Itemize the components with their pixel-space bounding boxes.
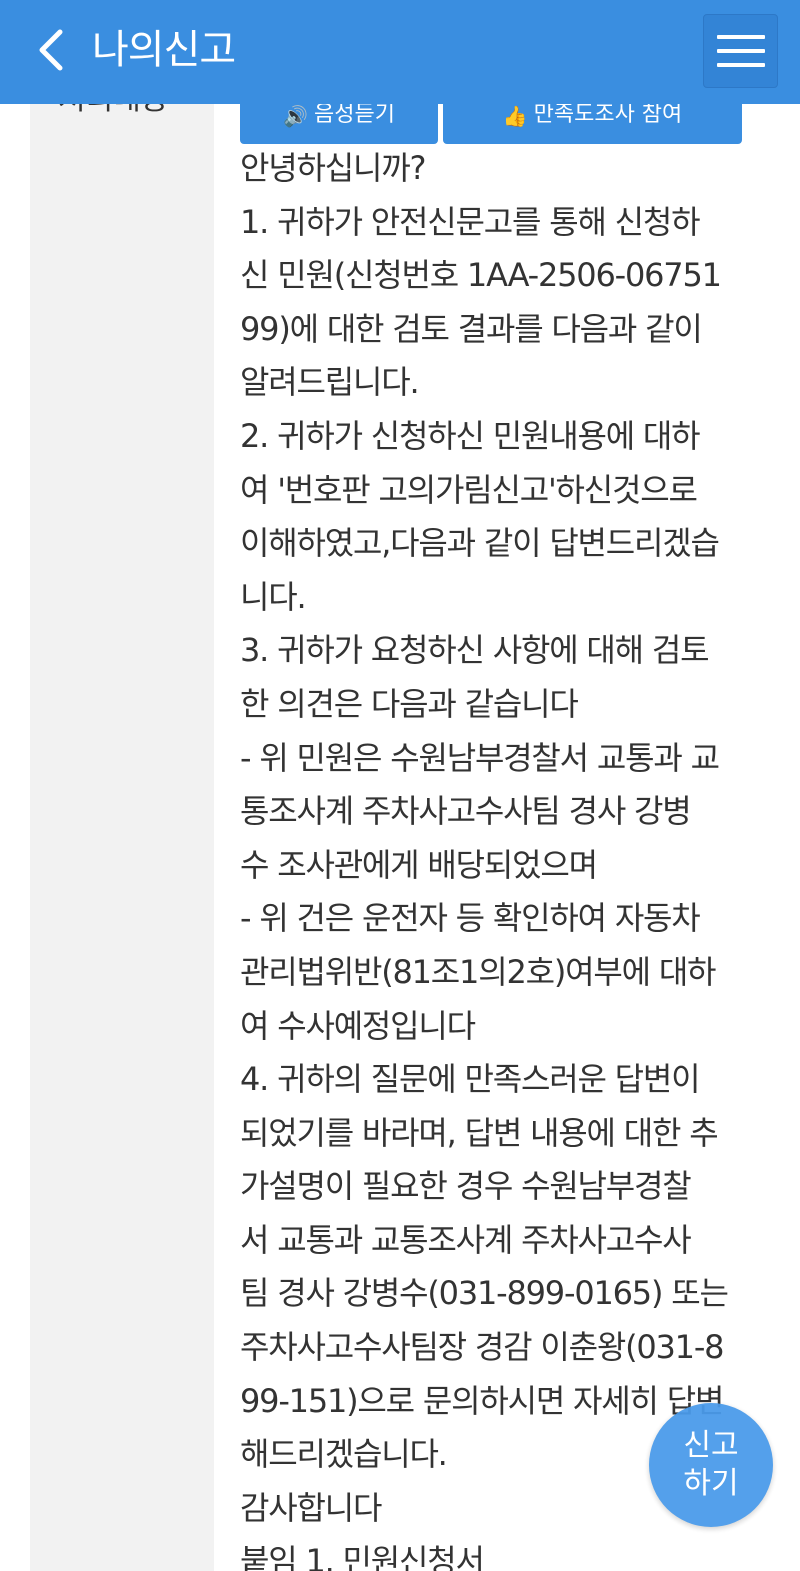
content-line: 99)에 대한 검토 결과를 다음과 같이 [240, 309, 703, 348]
content-line: 통조사계 주차사고수사팀 경사 강병 [240, 792, 692, 831]
content-line: 2. 귀하가 신청하신 민원내용에 대하 [240, 416, 701, 455]
content-line: - 위 민원은 수원남부경찰서 교통과 교 [240, 738, 720, 777]
content-line: 되었기를 바라며, 답변 내용에 대한 추 [240, 1113, 719, 1152]
back-button[interactable] [26, 22, 76, 78]
content-line: 붙임 1. 민원신청서 [240, 1542, 485, 1571]
content-line: 주차사고수사팀장 경감 이춘왕(031-8 [240, 1328, 725, 1367]
content-line: 1. 귀하가 안전신문고를 통해 신청하 [240, 202, 701, 241]
content-line: 신 민원(신청번호 1AA-2506-06751 [240, 256, 722, 295]
report-fab-button[interactable]: 신고 하기 [649, 1403, 773, 1527]
content-line: 팀 경사 강병수(031-899-0165) 또는 [240, 1274, 729, 1313]
content-line: 가설명이 필요한 경우 수원남부경찰 [240, 1167, 692, 1206]
detail-label-column: 처리내용 [30, 82, 214, 1571]
content-line: 니다. [240, 577, 307, 616]
report-fab-line1: 신고 [683, 1428, 739, 1463]
response-content: 안녕하십니까? 1. 귀하가 안전신문고를 통해 신청하신 민원(신청번호 1AA… [240, 142, 750, 1571]
content-line: 알려드립니다. [240, 363, 420, 402]
content-line: 관리법위반(81조1의2호)여부에 대하 [240, 952, 717, 991]
content-line: 안녕하십니까? [240, 149, 426, 187]
app-header: 나의신고 [0, 0, 800, 104]
content-line: 여 '번호판 고의가림신고'하신것으로 [240, 470, 698, 509]
content-line: 서 교통과 교통조사계 주차사고수사 [240, 1220, 692, 1259]
chevron-left-icon [39, 29, 63, 71]
content-line: 이해하였고,다음과 같이 답변드리겠습 [240, 524, 720, 563]
content-line: 4. 귀하의 질문에 만족스러운 답변이 [240, 1060, 701, 1099]
content-line: 수 조사관에게 배당되었으며 [240, 845, 598, 884]
content-line: 한 의견은 다음과 같습니다 [240, 684, 579, 723]
content-line: 3. 귀하가 요청하신 사항에 대해 검토 [240, 631, 710, 670]
content-line: - 위 건은 운전자 등 확인하여 자동차 [240, 899, 701, 938]
report-fab-line2: 하기 [683, 1466, 739, 1501]
content-line: 여 수사예정입니다 [240, 1006, 476, 1045]
menu-button[interactable] [703, 14, 778, 88]
hamburger-menu-icon [716, 35, 765, 67]
speaker-icon: 🔊 [283, 104, 308, 128]
thumbs-up-icon: 👍 [502, 104, 528, 128]
page-title: 나의신고 [92, 27, 236, 73]
